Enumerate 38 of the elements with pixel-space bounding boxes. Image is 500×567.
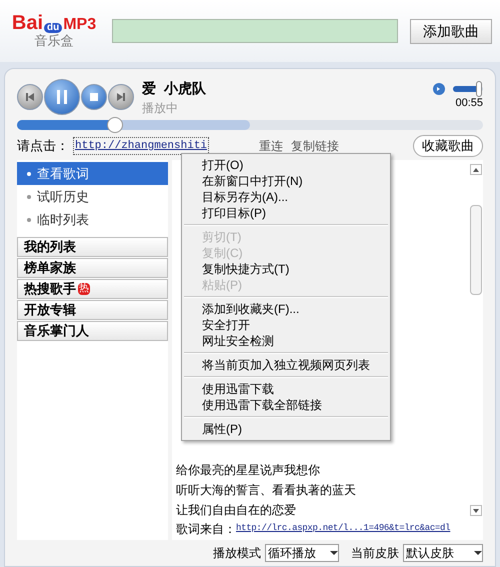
link-label: 请点击：: [17, 137, 69, 156]
menu-item[interactable]: 添加到收藏夹(F)...: [182, 301, 390, 317]
logo-paw: du: [44, 22, 62, 33]
menu-item[interactable]: 使用迅雷下载: [182, 381, 390, 397]
lyrics-source-label: 歌词来自：: [176, 521, 236, 538]
sidebar-tab[interactable]: 试听历史: [17, 185, 168, 208]
lyric-line: 听听大海的誓言、看看执著的蓝天: [176, 482, 357, 499]
menu-item[interactable]: 打印目标(P): [182, 205, 390, 221]
lyric-line: 给你最亮的星星说声我想你: [176, 462, 321, 479]
logo-subtitle: 音乐盒: [34, 32, 74, 50]
link-action[interactable]: 复制链接: [291, 137, 339, 155]
menu-item[interactable]: 目标另存为(A)...: [182, 189, 390, 205]
link-action[interactable]: 重连: [259, 137, 283, 155]
menu-item[interactable]: 安全打开: [182, 317, 390, 333]
menu-item[interactable]: 使用迅雷下载全部链接: [182, 397, 390, 413]
skin-select[interactable]: 默认皮肤: [403, 544, 483, 562]
song-title: 爱 小虎队: [142, 78, 207, 98]
play-mode-label: 播放模式: [213, 545, 261, 562]
add-song-button[interactable]: 添加歌曲: [410, 18, 492, 44]
menu-item[interactable]: 将当前页加入独立视频网页列表: [182, 357, 390, 373]
menu-item[interactable]: 在新窗口中打开(N): [182, 173, 390, 189]
logo-text: Bai: [12, 12, 43, 33]
sidebar-group[interactable]: 热搜歌手: [24, 279, 76, 299]
logo-text: MP3: [63, 16, 96, 33]
menu-item[interactable]: 属性(P): [182, 421, 390, 437]
skin-label: 当前皮肤: [351, 545, 399, 562]
sidebar-tab[interactable]: 查看歌词: [17, 162, 168, 185]
lyric-line: 让我们自由自在的恋爱: [176, 502, 297, 519]
play-status: 播放中: [142, 100, 179, 116]
lyrics-source-link[interactable]: http://lrc.aspxp.net/l...1=496&t=lrc&ac=dl: [236, 522, 450, 536]
menu-item[interactable]: 打开(O): [182, 157, 390, 173]
play-mode-select[interactable]: 循环播放: [265, 544, 339, 562]
menu-item[interactable]: 网址安全检测: [182, 333, 390, 349]
favorite-button[interactable]: 收藏歌曲: [413, 135, 483, 157]
hot-badge: 热: [78, 283, 90, 295]
menu-item[interactable]: 复制快捷方式(T): [182, 261, 390, 277]
sidebar-tab[interactable]: 临时列表: [17, 208, 168, 231]
time-display: 00:55: [455, 96, 483, 111]
